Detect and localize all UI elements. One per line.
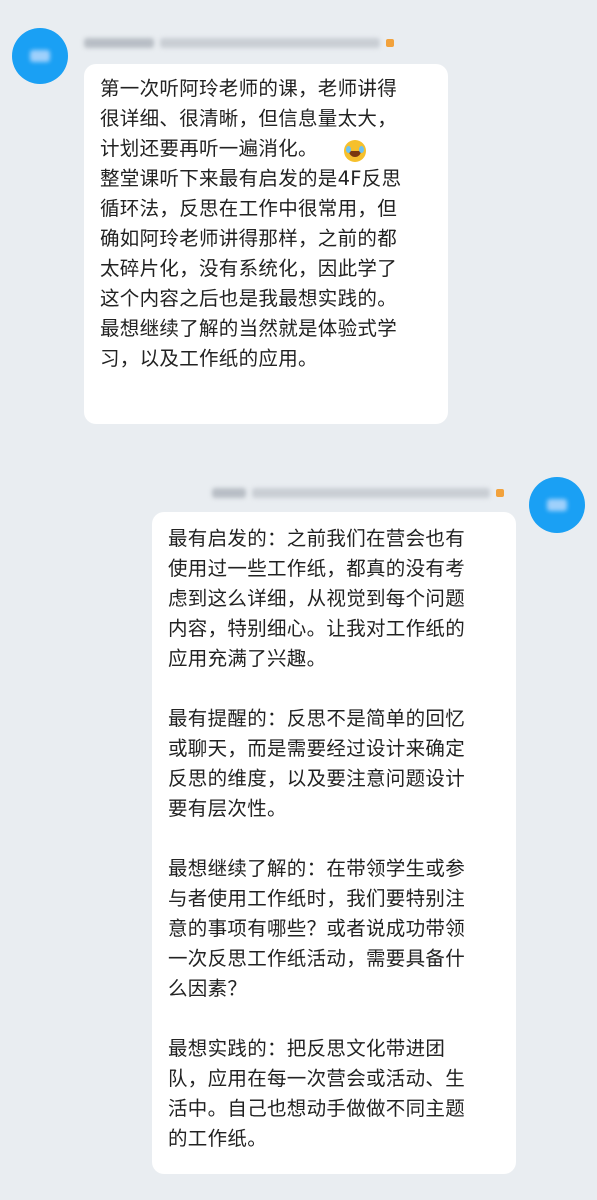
sender-name-row — [212, 486, 504, 500]
sender-name-blurred — [212, 488, 246, 498]
message-text-part1: 第一次听阿玲老师的课，老师讲得 很详细、很清晰，但信息量太大， 计划还要再听一遍… — [100, 77, 398, 160]
avatar-blurred-content — [547, 499, 567, 511]
message-text-part2: 整堂课听下来最有启发的是4F反思 循环法，反思在工作中很常用，但 确如阿玲老师讲… — [100, 167, 402, 370]
avatar-blurred-content — [30, 50, 50, 62]
message-paragraph: 最想实践的：把反思文化带进团 队，应用在每一次营会或活动、生 活中。自己也想动手… — [168, 1037, 466, 1150]
sender-name-row — [84, 36, 394, 50]
group-tag-blurred — [252, 488, 490, 498]
message-paragraph: 最有提醒的：反思不是简单的回忆 或聊天，而是需要经过设计来确定 反思的维度，以及… — [168, 707, 466, 820]
sender-avatar[interactable] — [529, 477, 585, 533]
sender-avatar[interactable] — [12, 28, 68, 84]
message-paragraph: 最想继续了解的：在带领学生或参 与者使用工作纸时，我们要特别注 意的事项有哪些？… — [168, 857, 466, 1000]
message-paragraph: 最有启发的：之前我们在营会也有 使用过一些工作纸，都真的没有考 虑到这么详细，从… — [168, 527, 466, 670]
message-bubble-left[interactable]: 第一次听阿玲老师的课，老师讲得 很详细、很清晰，但信息量太大， 计划还要再听一遍… — [84, 64, 448, 424]
laugh-cry-emoji-icon — [344, 140, 366, 162]
member-badge-icon — [386, 39, 394, 47]
member-badge-icon — [496, 489, 504, 497]
group-tag-blurred — [160, 38, 380, 48]
message-bubble-right[interactable]: 最有启发的：之前我们在营会也有 使用过一些工作纸，都真的没有考 虑到这么详细，从… — [152, 512, 516, 1174]
sender-name-blurred — [84, 38, 154, 48]
